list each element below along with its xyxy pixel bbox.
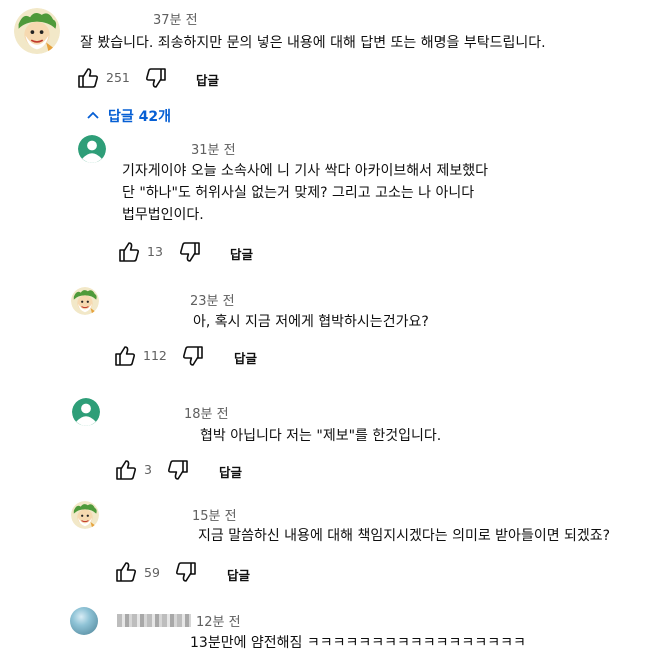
default-avatar-icon bbox=[78, 135, 106, 163]
reply-time: 15분 전 bbox=[192, 509, 237, 524]
blurred-author-name bbox=[117, 612, 191, 631]
reply-time: 12분 전 bbox=[196, 615, 241, 630]
thumbs-up-icon[interactable] bbox=[114, 458, 138, 482]
reply-button[interactable]: 답글 bbox=[230, 244, 253, 263]
thumbs-up-icon[interactable] bbox=[76, 66, 100, 90]
reply-text-line: 기자게이야 오늘 소속사에 니 기사 싹다 아카이브해서 제보했다 bbox=[122, 163, 489, 179]
thumbs-down-icon[interactable] bbox=[144, 66, 168, 90]
reply-avatar[interactable] bbox=[78, 135, 106, 163]
reply-button[interactable]: 답글 bbox=[234, 348, 257, 367]
reply-text: 지금 말씀하신 내용에 대해 책임지시겠다는 의미로 받아들이면 되겠죠? bbox=[198, 528, 611, 544]
cartoon-avatar-icon bbox=[71, 287, 99, 315]
thumbs-up-icon[interactable] bbox=[117, 240, 141, 264]
reply-text-line: 법무법인이다. bbox=[122, 207, 204, 223]
thumbs-up-icon[interactable] bbox=[113, 344, 137, 368]
thumbs-down-icon[interactable] bbox=[181, 344, 205, 368]
reply-text: 13분만에 얌전해짐 ㅋㅋㅋㅋㅋㅋㅋㅋㅋㅋㅋㅋㅋㅋㅋㅋㅋ bbox=[190, 635, 526, 651]
thumbs-down-icon[interactable] bbox=[174, 560, 198, 584]
reply-text: 협박 아닙니다 저는 "제보"를 한것입니다. bbox=[200, 428, 442, 444]
like-count: 13 bbox=[147, 244, 163, 259]
thumbs-down-icon[interactable] bbox=[178, 240, 202, 264]
reply-button[interactable]: 답글 bbox=[227, 565, 250, 584]
reply-time: 23분 전 bbox=[190, 294, 235, 309]
reply-time: 18분 전 bbox=[184, 407, 229, 422]
thumbs-down-icon[interactable] bbox=[166, 458, 190, 482]
like-count: 59 bbox=[144, 565, 160, 580]
like-count: 251 bbox=[106, 70, 130, 85]
cartoon-avatar-icon bbox=[14, 8, 60, 54]
reply-avatar[interactable] bbox=[71, 501, 99, 529]
replies-toggle-button[interactable]: 답글 42개 bbox=[86, 106, 171, 126]
comment-time: 37분 전 bbox=[153, 13, 198, 28]
comment-text: 잘 봤습니다. 죄송하지만 문의 넣은 내용에 대해 답변 또는 해명을 부탁드… bbox=[80, 35, 546, 51]
reply-text-line: 단 "하나"도 허위사실 없는거 맞제? 그리고 고소는 나 아니다 bbox=[122, 185, 475, 201]
reply-text: 아, 혹시 지금 저에게 협박하시는건가요? bbox=[193, 314, 429, 330]
reply-avatar[interactable] bbox=[70, 607, 98, 635]
reply-button[interactable]: 답글 bbox=[219, 462, 242, 481]
reply-avatar[interactable] bbox=[72, 398, 100, 426]
cartoon-avatar-icon bbox=[71, 501, 99, 529]
like-count: 112 bbox=[143, 348, 167, 363]
replies-toggle-label: 답글 42개 bbox=[108, 109, 171, 125]
comment-avatar[interactable] bbox=[14, 8, 60, 54]
reply-avatar[interactable] bbox=[71, 287, 99, 315]
like-count: 3 bbox=[144, 462, 152, 477]
reply-time: 31분 전 bbox=[191, 143, 236, 158]
chevron-up-icon bbox=[87, 111, 99, 119]
thumbs-up-icon[interactable] bbox=[114, 560, 138, 584]
default-avatar-icon bbox=[72, 398, 100, 426]
reply-button[interactable]: 답글 bbox=[196, 70, 219, 89]
